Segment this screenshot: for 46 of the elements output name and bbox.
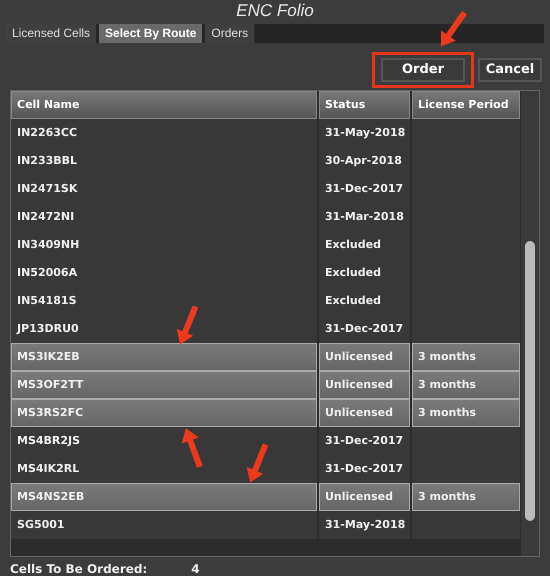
table-cell: IN2472NI xyxy=(11,202,317,231)
cancel-button[interactable]: Cancel xyxy=(478,58,542,82)
table-cell: Excluded xyxy=(319,258,410,287)
table-cell: MS3RS2FC xyxy=(11,398,317,427)
table-cell: Unlicensed xyxy=(319,398,410,427)
tab[interactable]: Select By Route xyxy=(99,24,202,43)
table-cell: Unlicensed xyxy=(319,482,410,511)
table-cell: Excluded xyxy=(319,286,410,315)
table-cell: 3 months xyxy=(412,398,520,427)
table-cell: SG5001 xyxy=(11,510,317,539)
table-cell: 30-Apr-2018 xyxy=(319,146,410,175)
table-cell: IN2471SK xyxy=(11,174,317,203)
table-cell: IN3409NH xyxy=(11,230,317,259)
table-cell: Unlicensed xyxy=(319,342,410,371)
table-cell: 31-Dec-2017 xyxy=(319,426,410,455)
table-cell: MS4NS2EB xyxy=(11,482,317,511)
table-cell: IN52006A xyxy=(11,258,317,287)
tab[interactable]: Orders xyxy=(205,24,254,43)
table-cell: 31-Dec-2017 xyxy=(319,174,410,203)
tab[interactable]: Licensed Cells xyxy=(6,24,96,43)
table-cell: Unlicensed xyxy=(319,370,410,399)
table-cell: MS3OF2TT xyxy=(11,370,317,399)
table-cell: 31-May-2018 xyxy=(319,510,410,539)
table-cell: JP13DRU0 xyxy=(11,314,317,343)
column-header[interactable]: License Period xyxy=(412,90,520,119)
table-cell: 3 months xyxy=(412,370,520,399)
table-cell: IN233BBL xyxy=(11,146,317,175)
window-title: ENC Folio xyxy=(235,0,315,22)
order-button[interactable]: Order xyxy=(381,58,465,82)
table-cell: IN2263CC xyxy=(11,118,317,147)
table-cell: 3 months xyxy=(412,342,520,371)
table-cell: 31-Dec-2017 xyxy=(319,314,410,343)
table-cell: MS3IK2EB xyxy=(11,342,317,371)
table-cell: 31-May-2018 xyxy=(319,118,410,147)
column-header[interactable]: Status xyxy=(319,90,410,119)
table-cell: 3 months xyxy=(412,482,520,511)
table-cell: 31-Dec-2017 xyxy=(319,454,410,483)
table-cell: Excluded xyxy=(319,230,410,259)
footer-label: Cells To Be Ordered: xyxy=(10,562,148,576)
table-cell: MS4BR2JS xyxy=(11,426,317,455)
scrollbar[interactable] xyxy=(521,90,539,556)
footer-value: 4 xyxy=(191,562,200,576)
table-cell: MS4IK2RL xyxy=(11,454,317,483)
table-cell: 31-Mar-2018 xyxy=(319,202,410,231)
column-header[interactable]: Cell Name xyxy=(11,90,317,119)
table-cell: IN54181S xyxy=(11,286,317,315)
